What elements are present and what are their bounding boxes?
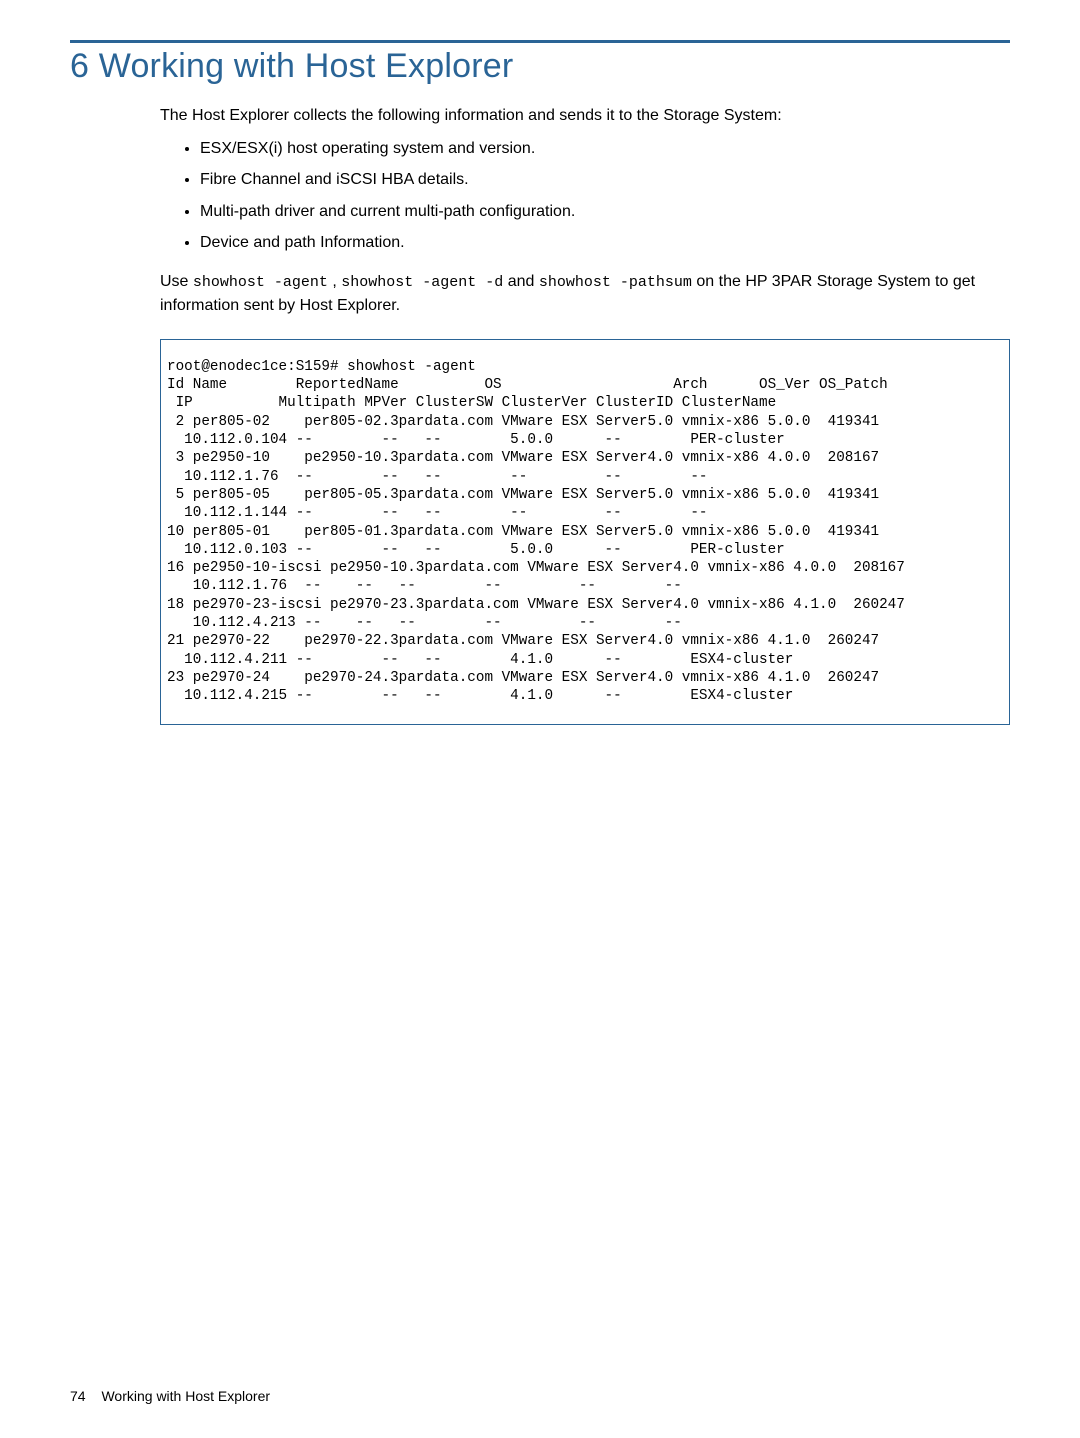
footer-title: Working with Host Explorer (101, 1388, 270, 1404)
text: and (503, 273, 539, 290)
bullet-list: ESX/ESX(i) host operating system and ver… (160, 137, 1010, 254)
code-block: root@enodec1ce:S159# showhost -agent Id … (160, 339, 1010, 725)
list-item: Device and path Information. (200, 231, 1010, 254)
chapter-heading: 6 Working with Host Explorer (70, 47, 1010, 86)
list-item: ESX/ESX(i) host operating system and ver… (200, 137, 1010, 160)
list-item: Multi-path driver and current multi-path… (200, 200, 1010, 223)
use-sentence: Use showhost -agent , showhost -agent -d… (160, 270, 1010, 317)
page-footer: 74 Working with Host Explorer (70, 1388, 270, 1404)
command-text: showhost -pathsum (539, 274, 692, 291)
list-item: Fibre Channel and iSCSI HBA details. (200, 168, 1010, 191)
page-number: 74 (70, 1388, 86, 1404)
chapter-number: 6 (70, 47, 89, 85)
text: Use (160, 273, 193, 290)
command-text: showhost -agent (193, 274, 328, 291)
text: , (328, 273, 341, 290)
chapter-title: Working with Host Explorer (99, 47, 514, 85)
intro-text: The Host Explorer collects the following… (160, 104, 1010, 127)
command-text: showhost -agent -d (341, 274, 503, 291)
